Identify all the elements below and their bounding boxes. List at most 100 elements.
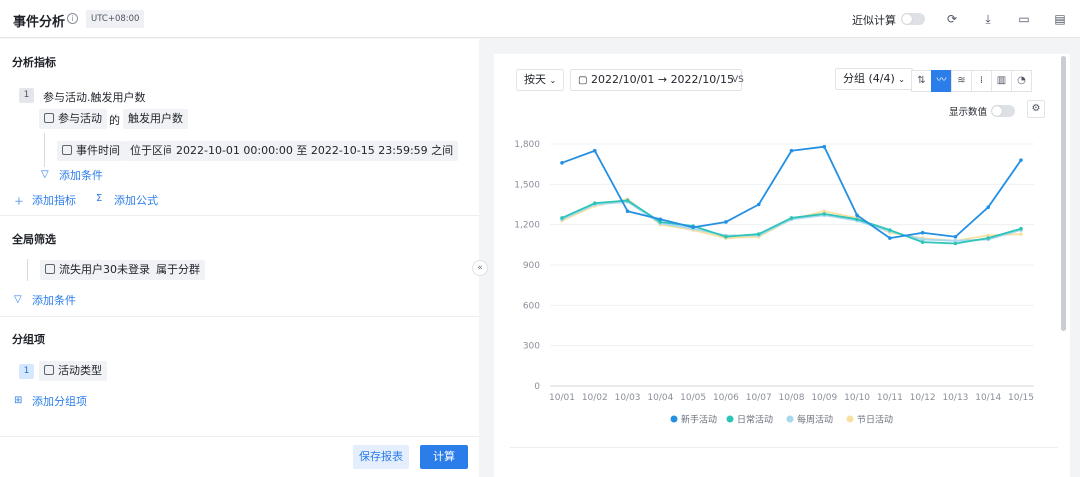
- event-select[interactable]: 参与活动: [39, 109, 107, 129]
- data-point: [953, 241, 958, 246]
- x-tick-label: 10/08: [779, 393, 805, 403]
- x-tick-label: 10/06: [713, 393, 739, 403]
- data-point: [560, 161, 564, 165]
- x-tick-label: 10/03: [615, 393, 641, 403]
- group-field-select[interactable]: 活动类型: [39, 361, 107, 381]
- add-global-condition-link[interactable]: 添加条件: [32, 292, 76, 308]
- scrollbar[interactable]: [1061, 56, 1066, 331]
- add-formula-link[interactable]: 添加公式: [114, 192, 158, 208]
- metric-name[interactable]: 参与活动.触发用户数: [43, 89, 146, 105]
- global-filter-title: 全局筛选: [12, 233, 56, 246]
- download-icon[interactable]: ⤓: [981, 12, 995, 26]
- section-divider: [0, 436, 479, 437]
- add-group-link[interactable]: 添加分组项: [32, 393, 87, 409]
- data-point: [855, 213, 859, 218]
- event-icon: [44, 113, 54, 123]
- x-tick-label: 10/12: [910, 393, 936, 403]
- data-point: [888, 236, 892, 240]
- data-point: [658, 217, 663, 222]
- x-tick-label: 10/05: [680, 393, 706, 403]
- data-point: [789, 148, 794, 153]
- data-point: [592, 148, 597, 153]
- y-tick-label: 1,500: [514, 180, 540, 190]
- y-tick-label: 1,200: [514, 221, 540, 231]
- group-index-badge: 1: [19, 364, 34, 379]
- legend-marker: [726, 415, 734, 423]
- x-tick-label: 10/10: [844, 393, 870, 403]
- data-point: [592, 201, 597, 205]
- measure-select[interactable]: 触发用户数: [123, 109, 188, 129]
- calendar-icon: [62, 145, 72, 155]
- legend-label: 节日活动: [857, 414, 893, 426]
- approx-compute-toggle[interactable]: [901, 13, 925, 25]
- filter-field-select[interactable]: 事件时间: [57, 141, 125, 161]
- data-point: [888, 228, 892, 232]
- user-group-icon: [45, 264, 55, 274]
- query-panel: 分析指标 1 参与活动.触发用户数 参与活动 的 触发用户数 事件时间 位于区间…: [0, 39, 479, 477]
- approx-compute-label: 近似计算: [852, 14, 896, 27]
- y-tick-label: 0: [534, 382, 540, 392]
- filter-value[interactable]: 2022-10-01 00:00:00 至 2022-10-15 23:59:5…: [171, 141, 459, 161]
- data-point: [625, 209, 630, 214]
- legend-marker: [670, 415, 678, 423]
- metric-index-badge: 1: [19, 88, 34, 103]
- chart-panel: 按天 ⌄ ▢ 2022/10/01 → 2022/10/15 VS 分组 (4/…: [494, 54, 1070, 477]
- compute-button[interactable]: 计算: [420, 445, 468, 469]
- data-point: [724, 220, 728, 224]
- y-tick-label: 300: [523, 342, 540, 352]
- y-tick-label: 900: [523, 261, 540, 271]
- series-line: [561, 200, 1022, 242]
- x-tick-label: 10/04: [647, 393, 673, 403]
- data-point: [953, 234, 958, 239]
- x-tick-label: 10/01: [549, 393, 575, 403]
- sigma-icon: Σ: [96, 193, 103, 204]
- data-point: [855, 217, 859, 222]
- condition-connector: [44, 133, 45, 167]
- info-icon[interactable]: i: [67, 13, 78, 24]
- add-condition-link[interactable]: 添加条件: [59, 167, 103, 183]
- legend-label: 每周活动: [797, 414, 833, 426]
- data-point: [756, 202, 761, 207]
- collapse-panel-icon[interactable]: «: [472, 260, 488, 276]
- data-point: [920, 230, 925, 235]
- legend-marker: [846, 415, 854, 423]
- data-point: [560, 216, 564, 220]
- save-report-button[interactable]: 保存报表: [353, 445, 409, 469]
- plus-icon: ＋: [14, 197, 24, 208]
- data-point: [724, 234, 728, 239]
- x-tick-label: 10/15: [1008, 393, 1034, 403]
- grid-icon: ⊞: [14, 395, 23, 406]
- x-tick-label: 10/07: [746, 393, 772, 403]
- metrics-section-title: 分析指标: [12, 56, 56, 69]
- x-tick-label: 10/02: [582, 393, 608, 403]
- export-icon[interactable]: ▤: [1053, 12, 1067, 26]
- chart-footer-divider: [510, 447, 1058, 448]
- filter-connector: [27, 259, 28, 281]
- data-point: [986, 205, 991, 209]
- of-label: 的: [109, 114, 120, 127]
- section-divider: [0, 316, 479, 317]
- x-tick-label: 10/13: [942, 393, 968, 403]
- grouping-title: 分组项: [12, 333, 45, 346]
- filter-icon: ▽: [41, 169, 49, 180]
- tag-icon: [44, 365, 54, 375]
- data-point: [756, 232, 761, 236]
- segment-operator-select[interactable]: 属于分群: [151, 260, 205, 280]
- data-point: [625, 198, 630, 203]
- legend-label: 日常活动: [737, 414, 773, 426]
- segment-select[interactable]: 流失用户30未登录: [40, 260, 155, 280]
- data-point: [920, 240, 925, 244]
- data-point: [1019, 226, 1023, 231]
- timezone-badge[interactable]: UTC+08:00: [86, 10, 145, 28]
- data-point: [1019, 158, 1023, 162]
- x-tick-label: 10/14: [975, 393, 1001, 403]
- data-point: [789, 216, 794, 220]
- add-metric-link[interactable]: 添加指标: [32, 192, 76, 208]
- screen-icon[interactable]: ▭: [1017, 12, 1031, 26]
- legend-label: 新手活动: [681, 414, 717, 426]
- line-chart: 0 300 600 900 1,200 1,500 1,800 10/01 10/02 10/03…: [514, 140, 1034, 426]
- data-point: [986, 236, 991, 240]
- data-point: [822, 144, 827, 149]
- y-tick-label: 600: [523, 301, 540, 311]
- refresh-icon[interactable]: ⟳: [945, 12, 959, 26]
